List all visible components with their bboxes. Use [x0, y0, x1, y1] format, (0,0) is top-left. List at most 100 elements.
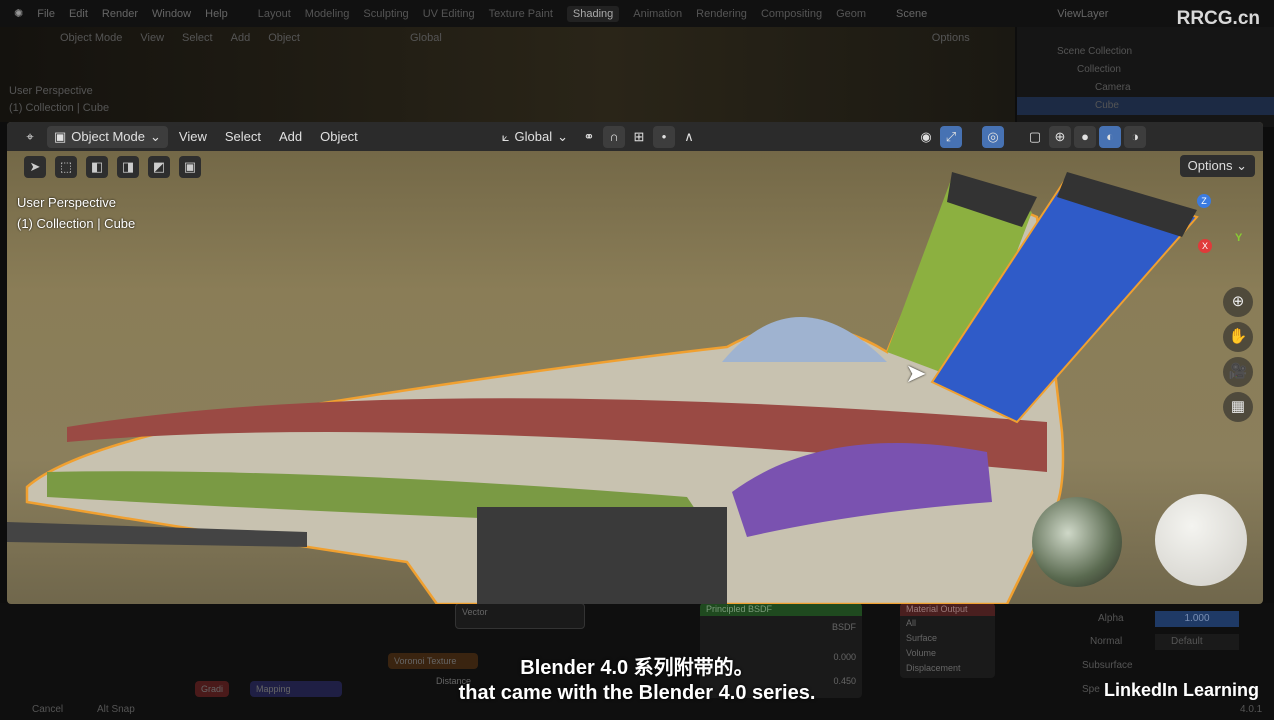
blender-logo-icon[interactable]: ✺ — [14, 7, 23, 20]
pivot-icon[interactable]: ⚭ — [578, 126, 600, 148]
menu-window[interactable]: Window — [152, 8, 191, 20]
node-label: Vector — [462, 607, 488, 617]
bg-menu-add: Add — [230, 32, 251, 44]
tab-animation[interactable]: Animation — [633, 8, 682, 20]
view-layer-selector[interactable]: ViewLayer — [1057, 8, 1108, 20]
viewport-header: ⌖ ▣ Object Mode ⌄ View Select Add Object ⟀… — [7, 122, 1263, 151]
select-extend-icon[interactable]: ◧ — [86, 156, 108, 178]
bg-collection: (1) Collection | Cube — [9, 102, 110, 114]
outliner-item-cube[interactable]: Cube — [1017, 97, 1274, 115]
mode-dropdown[interactable]: ▣ Object Mode ⌄ — [47, 125, 168, 148]
gizmo-icon[interactable]: ⤢ — [940, 125, 962, 148]
material-preview-icon[interactable]: ◐ — [1099, 125, 1121, 148]
background-viewport-header: Object Mode View Select Add Object Globa… — [0, 27, 1015, 49]
menu-select[interactable]: Select — [218, 126, 268, 148]
bg-mode: Object Mode — [60, 32, 123, 44]
hdri-chrome-sphere — [1032, 497, 1122, 587]
normal-field[interactable]: Default — [1155, 634, 1239, 650]
outliner-item-camera[interactable]: Camera — [1017, 79, 1274, 97]
viewport-zoomed[interactable]: ⌖ ▣ Object Mode ⌄ View Select Add Object ⟀… — [7, 122, 1263, 604]
dark-block — [477, 507, 727, 604]
xray-icon[interactable]: ▢ — [1024, 126, 1046, 148]
falloff-icon[interactable]: ∧ — [678, 126, 700, 148]
options-dropdown[interactable]: Options ⌄ — [1179, 155, 1255, 177]
editor-type-icon[interactable]: ⌖ — [19, 126, 41, 148]
outliner: Scene Collection Collection Camera Cube — [1017, 27, 1274, 127]
overlays-icon[interactable]: ◎ — [982, 125, 1004, 148]
menu-object[interactable]: Object — [313, 126, 365, 148]
menu-help[interactable]: Help — [205, 8, 228, 20]
bg-options: Options — [931, 32, 970, 44]
menu-view[interactable]: View — [172, 126, 214, 148]
version-label: 4.0.1 — [1240, 704, 1263, 715]
menu-add[interactable]: Add — [272, 126, 309, 148]
object-mode-icon: ▣ — [54, 128, 67, 144]
tab-modeling[interactable]: Modeling — [305, 8, 350, 20]
tab-uv-editing[interactable]: UV Editing — [423, 8, 475, 20]
status-cancel: Cancel — [32, 704, 64, 715]
outliner-item-collection[interactable]: Collection — [1017, 61, 1274, 79]
select-intersect-icon[interactable]: ▣ — [179, 156, 201, 178]
hdri-diffuse-sphere — [1155, 494, 1247, 586]
menu-render[interactable]: Render — [102, 8, 138, 20]
bg-viewport-info: User Perspective (1) Collection | Cube — [9, 83, 109, 117]
transform-orientation-icon: ⟀ — [501, 128, 510, 144]
visibility-icon[interactable]: ◉ — [915, 126, 937, 148]
gizmo-x-axis[interactable]: X — [1198, 239, 1212, 253]
mode-label: Object Mode — [71, 128, 145, 144]
select-invert-icon[interactable]: ◩ — [148, 156, 170, 178]
menu-edit[interactable]: Edit — [69, 8, 88, 20]
viewport-info: User Perspective (1) Collection | Cube — [17, 192, 135, 234]
camera-view-icon[interactable]: 🎥 — [1223, 357, 1253, 387]
chevron-down-icon: ⌄ — [150, 128, 161, 144]
tab-layout[interactable]: Layout — [258, 8, 291, 20]
alpha-label: Alpha — [1098, 613, 1124, 624]
socket-surface: Surface — [906, 633, 938, 643]
zoom-icon[interactable]: ⊕ — [1223, 287, 1253, 317]
menu-file[interactable]: File — [37, 8, 55, 20]
pan-hand-icon[interactable]: ✋ — [1223, 322, 1253, 352]
snap-target-icon[interactable]: ⊞ — [628, 126, 650, 148]
select-subtract-icon[interactable]: ◨ — [117, 156, 139, 178]
subtitle-line-2: that came with the Blender 4.0 series. — [458, 682, 816, 704]
output-target[interactable]: All — [906, 616, 989, 631]
mouse-cursor-icon: ➤ — [905, 358, 927, 388]
collection-label: (1) Collection | Cube — [17, 216, 136, 231]
select-new-icon[interactable]: ⬚ — [55, 156, 77, 178]
material-output-title: Material Output — [900, 603, 995, 616]
gizmo-y-axis[interactable]: Y — [1235, 232, 1242, 244]
options-label: Options — [1187, 158, 1233, 173]
tab-compositing[interactable]: Compositing — [761, 8, 822, 20]
chevron-down-icon: ⌄ — [557, 128, 568, 144]
snap-icon[interactable]: ∩ — [603, 125, 625, 148]
gizmo-z-axis[interactable]: Z — [1197, 194, 1211, 208]
tab-sculpting[interactable]: Sculpting — [363, 8, 408, 20]
bg-menu-view: View — [140, 32, 165, 44]
node-vector[interactable]: Vector — [455, 603, 585, 629]
rendered-shading-icon[interactable]: ◑ — [1124, 125, 1146, 148]
normal-label: Normal — [1090, 636, 1123, 647]
bg-orientation: Global — [409, 32, 442, 44]
tab-texture-paint[interactable]: Texture Paint — [489, 8, 553, 20]
subtitle-line-1: Blender 4.0 系列附带的。 — [520, 657, 754, 679]
bsdf-output: BSDF — [831, 622, 856, 632]
perspective-grid-icon[interactable]: ▦ — [1223, 392, 1253, 422]
bg-menu-object: Object — [268, 32, 300, 44]
tab-shading[interactable]: Shading — [566, 5, 620, 22]
wireframe-shading-icon[interactable]: ⊕ — [1049, 125, 1071, 148]
alpha-field[interactable]: 1.000 — [1155, 611, 1239, 627]
cursor-tool-icon[interactable]: ➤ — [24, 156, 46, 178]
tab-rendering[interactable]: Rendering — [696, 8, 747, 20]
scene-selector[interactable]: Scene — [896, 8, 927, 20]
orientation-label: Global — [514, 128, 553, 144]
linkedin-learning-logo: LinkedIn Learning — [1104, 680, 1260, 700]
solid-shading-icon[interactable]: ● — [1074, 125, 1096, 148]
proportional-edit-icon[interactable]: • — [653, 125, 675, 148]
select-tools: ➤ ⬚ ◧ ◨ ◩ ▣ — [21, 152, 201, 182]
bsdf-node-title: Principled BSDF — [700, 603, 862, 616]
top-bar: ✺ File Edit Render Window Help Layout Mo… — [0, 0, 1274, 27]
outliner-scene-collection[interactable]: Scene Collection — [1017, 43, 1274, 61]
bg-menu-select: Select — [182, 32, 213, 44]
tab-geometry[interactable]: Geom — [836, 8, 866, 20]
orientation-dropdown[interactable]: ⟀ Global ⌄ — [495, 126, 575, 148]
